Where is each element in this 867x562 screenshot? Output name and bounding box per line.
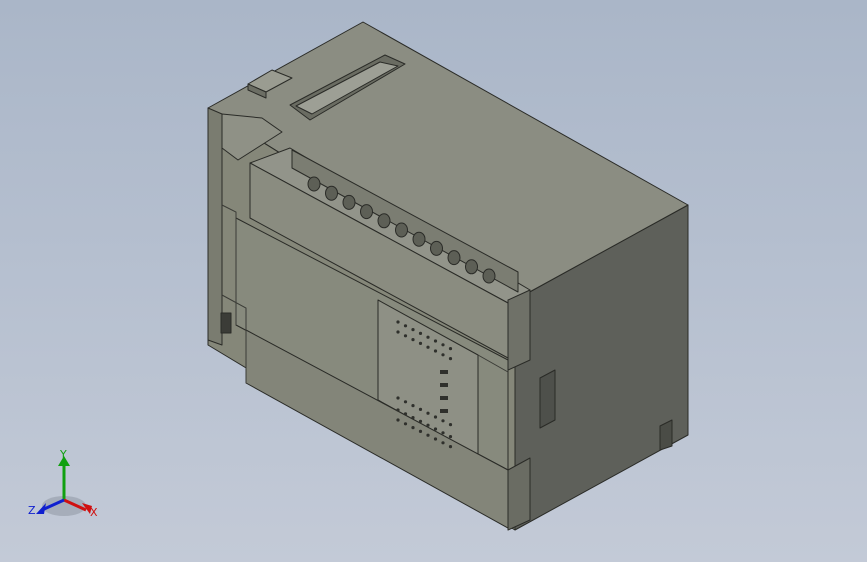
- y-axis-label: Y: [59, 448, 67, 461]
- terminal-screw: [482, 268, 496, 284]
- status-led: [418, 419, 423, 423]
- z-axis-label: Z: [28, 504, 36, 517]
- status-led: [411, 338, 415, 342]
- x-axis-label: X: [90, 506, 98, 519]
- status-led: [403, 334, 408, 338]
- indicator-slot: [440, 383, 448, 387]
- status-led: [411, 426, 415, 430]
- right-notch-1: [539, 369, 556, 429]
- right-step-lower: [507, 457, 531, 531]
- status-led: [396, 396, 400, 400]
- status-led: [433, 427, 438, 431]
- status-led: [426, 423, 430, 427]
- right-step: [507, 289, 531, 371]
- status-led: [448, 435, 453, 439]
- status-led: [448, 423, 453, 427]
- terminal-screw: [325, 185, 338, 201]
- status-led: [448, 357, 453, 361]
- model-left-strip: [207, 107, 223, 346]
- terminal-screw: [412, 231, 426, 247]
- status-led: [448, 347, 453, 351]
- status-led: [396, 418, 400, 422]
- status-led: [403, 324, 408, 328]
- status-led: [441, 343, 445, 347]
- indicator-slot: [440, 396, 448, 400]
- status-led: [411, 404, 415, 408]
- status-led: [426, 433, 430, 437]
- status-led: [403, 412, 408, 416]
- terminal-screw: [360, 204, 373, 220]
- status-led: [426, 335, 430, 339]
- status-led: [396, 408, 400, 412]
- terminal-screw: [377, 213, 391, 229]
- left-switch: [220, 312, 232, 334]
- status-led: [403, 422, 408, 426]
- status-led: [441, 419, 445, 423]
- indicator-slot: [440, 409, 448, 413]
- terminal-screw: [342, 194, 356, 210]
- status-led: [441, 441, 445, 445]
- status-led: [411, 328, 415, 332]
- status-led: [396, 320, 400, 324]
- graphics-viewport[interactable]: Y X Z: [0, 0, 867, 562]
- status-led: [418, 331, 423, 335]
- status-led: [433, 437, 438, 441]
- terminal-screw: [307, 176, 321, 192]
- status-led: [403, 400, 408, 404]
- status-led: [433, 415, 438, 419]
- status-led: [396, 330, 400, 334]
- status-led: [418, 407, 423, 411]
- status-led: [448, 445, 453, 449]
- status-led: [433, 349, 438, 353]
- plc-3d-model[interactable]: [0, 0, 867, 562]
- status-led: [441, 431, 445, 435]
- status-led: [411, 416, 415, 420]
- status-led: [441, 353, 445, 357]
- status-led: [418, 429, 423, 433]
- indicator-slot: [440, 370, 448, 374]
- terminal-screw: [465, 259, 478, 275]
- status-led: [433, 339, 438, 343]
- terminal-screw: [447, 250, 461, 266]
- status-led: [426, 411, 430, 415]
- status-led: [426, 345, 430, 349]
- axis-triad: Y X Z: [28, 448, 98, 519]
- terminal-screw: [395, 222, 408, 238]
- status-led: [418, 341, 423, 345]
- terminal-screw: [430, 240, 443, 256]
